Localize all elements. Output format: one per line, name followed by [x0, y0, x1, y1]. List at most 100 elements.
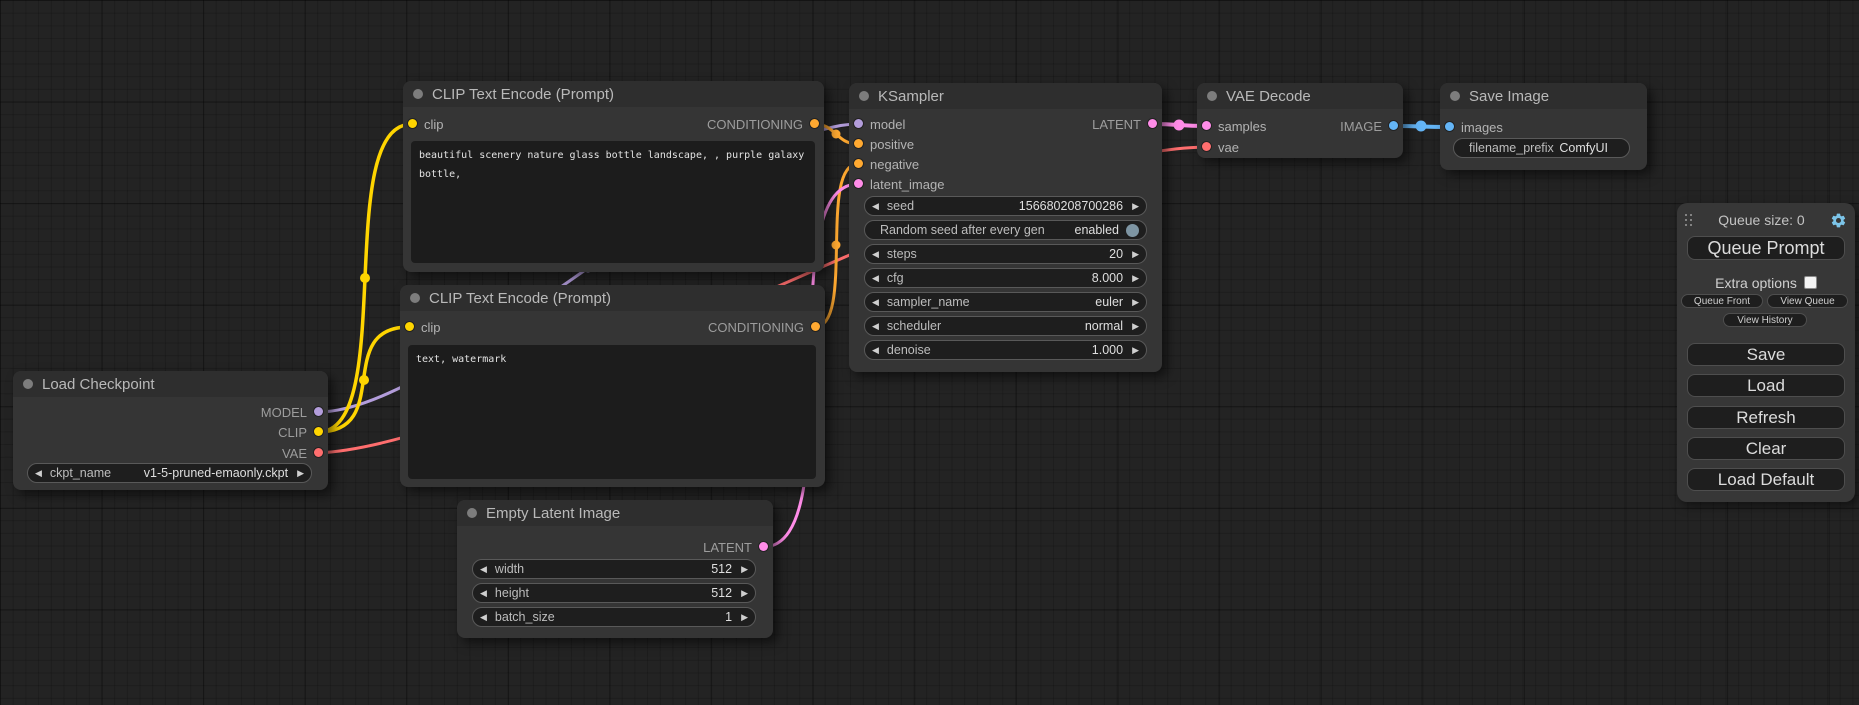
conditioning-output-dot[interactable]	[810, 119, 819, 128]
node-titlebar[interactable]: Load Checkpoint	[13, 371, 328, 397]
samples-input-dot[interactable]	[1202, 121, 1211, 130]
output-slot-vae: VAE	[13, 443, 328, 463]
filename-prefix-widget[interactable]: filename_prefix ComfyUI	[1453, 138, 1630, 158]
extra-options-checkbox[interactable]	[1804, 276, 1817, 289]
decrement-arrow-icon[interactable]: ◀	[480, 612, 487, 623]
collapse-dot-icon[interactable]	[1450, 91, 1460, 101]
queue-size-label: Queue size: 0	[1693, 212, 1830, 228]
collapse-dot-icon[interactable]	[1207, 91, 1217, 101]
output-slot-latent: LATENT	[457, 537, 773, 557]
gear-icon[interactable]	[1830, 212, 1847, 229]
save-button[interactable]: Save	[1687, 343, 1845, 366]
node-vae-decode[interactable]: VAE Decode samples IMAGE vae	[1197, 83, 1403, 158]
prompt-text-area[interactable]: text, watermark	[408, 345, 816, 479]
link-dot	[1174, 120, 1185, 131]
node-ksampler[interactable]: KSampler model LATENT positive negative …	[849, 83, 1162, 372]
node-graph-canvas[interactable]: Load Checkpoint MODEL CLIP VAE ◀ ckpt_na…	[0, 0, 1859, 705]
increment-arrow-icon[interactable]: ▶	[1132, 201, 1139, 212]
node-titlebar[interactable]: VAE Decode	[1197, 83, 1403, 109]
decrement-arrow-icon[interactable]: ◀	[35, 468, 42, 479]
decrement-arrow-icon[interactable]: ◀	[872, 297, 879, 308]
node-titlebar[interactable]: CLIP Text Encode (Prompt)	[403, 81, 824, 107]
increment-arrow-icon[interactable]: ▶	[1132, 321, 1139, 332]
negative-input-dot[interactable]	[854, 159, 863, 168]
view-queue-button[interactable]: View Queue	[1767, 294, 1848, 308]
drag-handle-icon[interactable]	[1685, 214, 1693, 227]
height-widget[interactable]: ◀ height 512 ▶	[472, 583, 756, 603]
batch-size-widget[interactable]: ◀ batch_size 1 ▶	[472, 607, 756, 627]
decrement-arrow-icon[interactable]: ◀	[480, 564, 487, 575]
latent-output-dot[interactable]	[759, 542, 768, 551]
node-load-checkpoint[interactable]: Load Checkpoint MODEL CLIP VAE ◀ ckpt_na…	[13, 371, 328, 490]
decrement-arrow-icon[interactable]: ◀	[872, 345, 879, 356]
increment-arrow-icon[interactable]: ▶	[741, 564, 748, 575]
node-title: Save Image	[1469, 88, 1549, 105]
refresh-button[interactable]: Refresh	[1687, 406, 1845, 429]
queue-front-button[interactable]: Queue Front	[1681, 294, 1763, 308]
collapse-dot-icon[interactable]	[413, 89, 423, 99]
input-slot-negative: negative	[849, 154, 1162, 174]
node-titlebar[interactable]: Save Image	[1440, 83, 1647, 109]
clear-button[interactable]: Clear	[1687, 437, 1845, 460]
vae-input-dot[interactable]	[1202, 142, 1211, 151]
increment-arrow-icon[interactable]: ▶	[1132, 345, 1139, 356]
collapse-dot-icon[interactable]	[23, 379, 33, 389]
increment-arrow-icon[interactable]: ▶	[1132, 249, 1139, 260]
slot-row: clip CONDITIONING	[400, 317, 825, 337]
decrement-arrow-icon[interactable]: ◀	[480, 588, 487, 599]
collapse-dot-icon[interactable]	[410, 293, 420, 303]
node-titlebar[interactable]: Empty Latent Image	[457, 500, 773, 526]
steps-widget[interactable]: ◀ steps 20 ▶	[864, 244, 1147, 264]
queue-panel-header: Queue size: 0	[1685, 209, 1847, 231]
positive-input-dot[interactable]	[854, 139, 863, 148]
node-titlebar[interactable]: CLIP Text Encode (Prompt)	[400, 285, 825, 311]
clip-output-dot[interactable]	[314, 427, 323, 436]
vae-output-dot[interactable]	[314, 448, 323, 457]
width-widget[interactable]: ◀ width 512 ▶	[472, 559, 756, 579]
model-output-dot[interactable]	[314, 407, 323, 416]
extra-options-row: Extra options	[1677, 275, 1855, 290]
model-input-dot[interactable]	[854, 119, 863, 128]
collapse-dot-icon[interactable]	[467, 508, 477, 518]
increment-arrow-icon[interactable]: ▶	[1132, 297, 1139, 308]
image-output-dot[interactable]	[1389, 121, 1398, 130]
node-save-image[interactable]: Save Image images filename_prefix ComfyU…	[1440, 83, 1647, 170]
node-empty-latent-image[interactable]: Empty Latent Image LATENT ◀ width 512 ▶ …	[457, 500, 773, 638]
increment-arrow-icon[interactable]: ▶	[1132, 273, 1139, 284]
load-button[interactable]: Load	[1687, 374, 1845, 397]
clip-input-dot[interactable]	[405, 322, 414, 331]
increment-arrow-icon[interactable]: ▶	[741, 588, 748, 599]
ckpt-name-widget[interactable]: ◀ ckpt_name v1-5-pruned-emaonly.ckpt ▶	[27, 463, 312, 483]
output-slot-clip: CLIP	[13, 422, 328, 442]
latent-image-input-dot[interactable]	[854, 179, 863, 188]
view-history-button[interactable]: View History	[1723, 313, 1807, 327]
latent-output-dot[interactable]	[1148, 119, 1157, 128]
cfg-widget[interactable]: ◀ cfg 8.000 ▶	[864, 268, 1147, 288]
random-seed-widget[interactable]: Random seed after every gen enabled	[864, 220, 1147, 240]
node-title: VAE Decode	[1226, 88, 1311, 105]
queue-panel: Queue size: 0 Queue Prompt Extra options…	[1677, 203, 1855, 502]
sampler-name-widget[interactable]: ◀ sampler_name euler ▶	[864, 292, 1147, 312]
queue-prompt-button[interactable]: Queue Prompt	[1687, 236, 1845, 260]
decrement-arrow-icon[interactable]: ◀	[872, 321, 879, 332]
node-clip-text-encode-positive[interactable]: CLIP Text Encode (Prompt) clip CONDITION…	[403, 81, 824, 272]
conditioning-output-dot[interactable]	[811, 322, 820, 331]
collapse-dot-icon[interactable]	[859, 91, 869, 101]
toggle-circle-icon[interactable]	[1126, 224, 1139, 237]
prompt-text-area[interactable]: beautiful scenery nature glass bottle la…	[411, 141, 815, 263]
decrement-arrow-icon[interactable]: ◀	[872, 201, 879, 212]
seed-widget[interactable]: ◀ seed 156680208700286 ▶	[864, 196, 1147, 216]
node-clip-text-encode-negative[interactable]: CLIP Text Encode (Prompt) clip CONDITION…	[400, 285, 825, 487]
increment-arrow-icon[interactable]: ▶	[297, 468, 304, 479]
node-titlebar[interactable]: KSampler	[849, 83, 1162, 109]
decrement-arrow-icon[interactable]: ◀	[872, 273, 879, 284]
load-default-button[interactable]: Load Default	[1687, 468, 1845, 491]
decrement-arrow-icon[interactable]: ◀	[872, 249, 879, 260]
images-input-dot[interactable]	[1445, 122, 1454, 131]
input-slot-vae: vae	[1197, 137, 1403, 157]
output-slot-model: MODEL	[13, 402, 328, 422]
scheduler-widget[interactable]: ◀ scheduler normal ▶	[864, 316, 1147, 336]
denoise-widget[interactable]: ◀ denoise 1.000 ▶	[864, 340, 1147, 360]
clip-input-dot[interactable]	[408, 119, 417, 128]
increment-arrow-icon[interactable]: ▶	[741, 612, 748, 623]
